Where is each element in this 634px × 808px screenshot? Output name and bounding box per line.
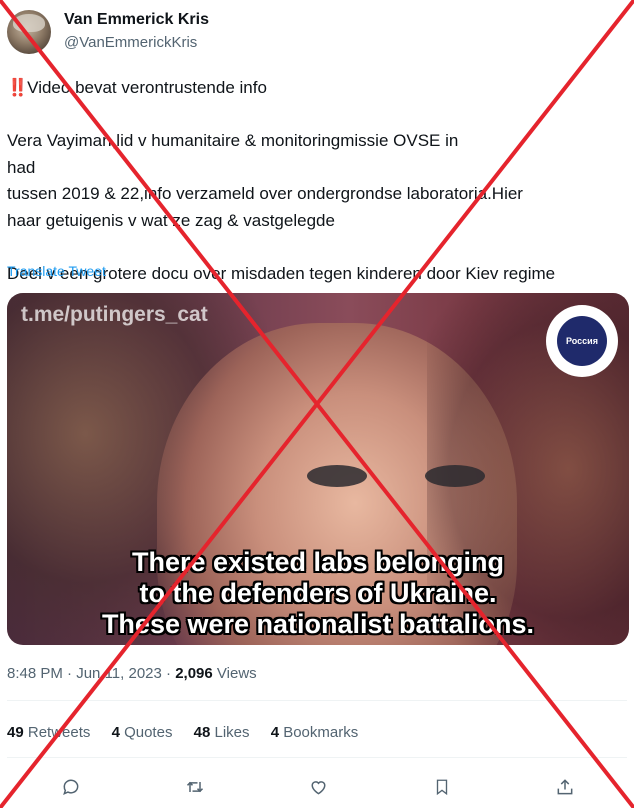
video-player[interactable]: t.me/putingers_cat Россия There existed … [7,293,629,645]
tweet-time[interactable]: 8:48 PM [7,665,63,682]
double-exclamation-icon: ‼️ [7,78,28,97]
avatar[interactable] [7,10,51,54]
video-subtitles: There existed labs belonging to the defe… [7,547,629,640]
subtitle-line: These were nationalist battalions. [101,609,535,639]
retweets-stat[interactable]: 49 Retweets [7,724,90,741]
tweet-line: tussen 2019 & 22,info verzameld over ond… [7,184,523,203]
tweet-meta: 8:48 PM · Jun 11, 2023 · 2,096 Views [7,665,257,682]
views-count: 2,096 [175,665,213,682]
quotes-stat[interactable]: 4 Quotes [112,724,173,741]
reply-icon[interactable] [56,772,86,802]
tweet-text: ‼️Video bevat verontrustende info Vera V… [7,75,627,287]
bookmark-icon[interactable] [427,772,457,802]
author-display-name[interactable]: Van Emmerick Kris [64,11,209,29]
translate-tweet-link[interactable]: Translate Tweet [7,263,106,279]
divider [7,700,627,701]
channel-logo-badge: Россия [546,305,618,377]
tweet-line: ‼️Video bevat verontrustende info [7,78,267,97]
tweet-date[interactable]: Jun 11, 2023 [76,665,162,682]
author-handle[interactable]: @VanEmmerickKris [64,34,197,51]
share-icon[interactable] [550,772,580,802]
ukraine-flag-icon [459,133,481,148]
divider [7,757,627,758]
subtitle-line: There existed labs belonging [131,547,505,577]
like-icon[interactable] [303,772,333,802]
video-watermark: t.me/putingers_cat [21,303,208,326]
views-label: Views [216,665,257,682]
bookmarks-stat[interactable]: 4 Bookmarks [271,724,359,741]
tweet-line: haar getuigenis v wat ze zag & vastgeleg… [7,210,335,230]
retweet-icon[interactable] [180,772,210,802]
tweet-line: Vera Vayiman,lid v humanitaire & monitor… [7,128,627,155]
tweet-stats: 49 Retweets 4 Quotes 48 Likes 4 Bookmark… [7,724,375,741]
tweet-actions [0,772,634,802]
subtitle-line: to the defenders of Ukraine. [139,578,497,608]
likes-stat[interactable]: 48 Likes [194,724,250,741]
